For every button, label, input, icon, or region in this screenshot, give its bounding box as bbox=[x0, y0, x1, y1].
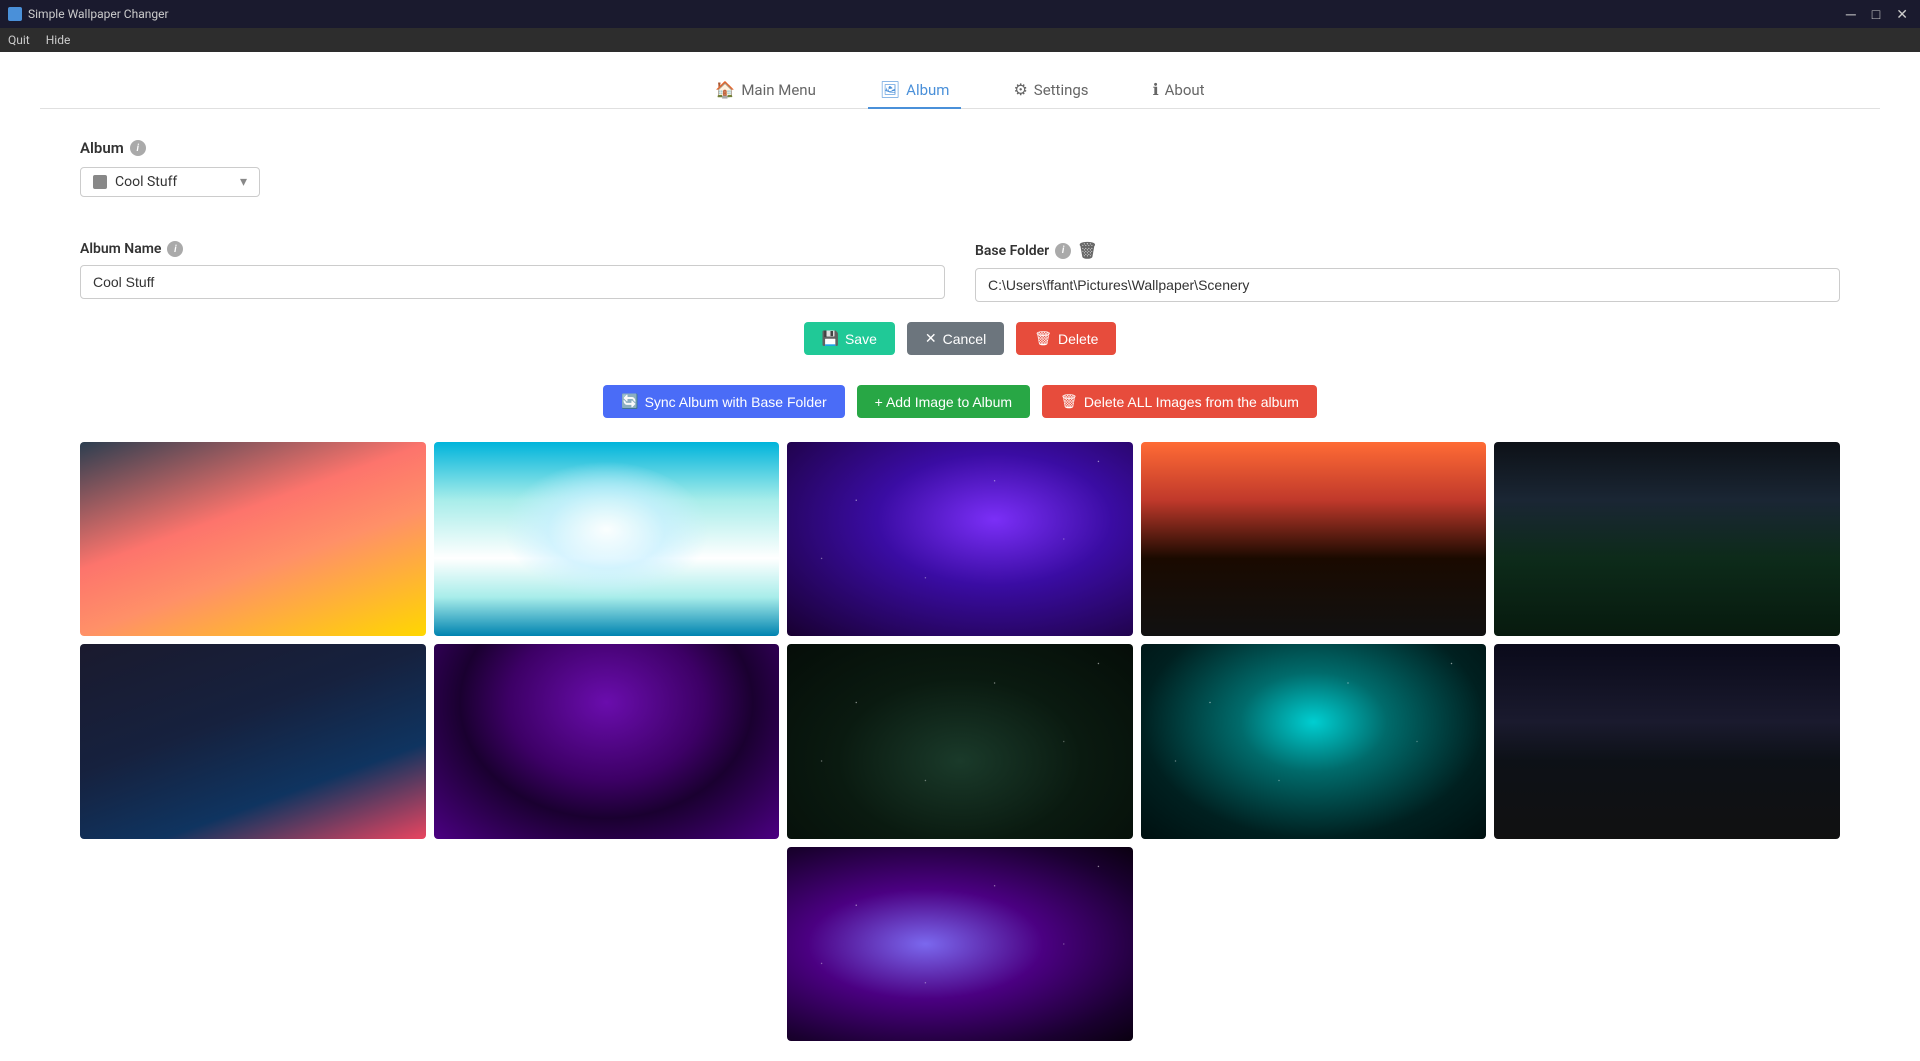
title-bar-controls: ─ □ ✕ bbox=[1842, 7, 1912, 21]
dropdown-arrow-icon: ▾ bbox=[240, 174, 247, 190]
app-icon bbox=[8, 7, 22, 21]
image-item-7[interactable] bbox=[434, 644, 780, 838]
tab-about-label: About bbox=[1165, 81, 1205, 99]
album-section-label: Album i bbox=[80, 139, 1840, 157]
menu-bar: Quit Hide bbox=[0, 28, 1920, 52]
base-folder-group: Base Folder i 🗑 bbox=[975, 241, 1840, 302]
sync-button[interactable]: 🔄 Sync Album with Base Folder bbox=[603, 385, 845, 418]
maximize-button[interactable]: □ bbox=[1868, 7, 1884, 21]
form-row: Album Name i Base Folder i 🗑 bbox=[40, 221, 1880, 302]
image-item-1[interactable] bbox=[80, 442, 426, 636]
menu-hide[interactable]: Hide bbox=[46, 33, 71, 47]
cancel-icon: ✕ bbox=[925, 330, 937, 347]
menu-quit[interactable]: Quit bbox=[8, 33, 30, 47]
buttons-row: 💾 Save ✕ Cancel 🗑 Delete bbox=[40, 322, 1880, 355]
image-item-11[interactable] bbox=[787, 847, 1133, 1041]
save-icon: 💾 bbox=[822, 330, 839, 347]
image-item-9[interactable] bbox=[1141, 644, 1487, 838]
album-section: Album i Cool Stuff ▾ bbox=[40, 139, 1880, 197]
image-item-3[interactable] bbox=[787, 442, 1133, 636]
base-folder-label: Base Folder i 🗑 bbox=[975, 241, 1840, 260]
album-name-info-icon[interactable]: i bbox=[167, 241, 183, 257]
delete-all-icon: 🗑 bbox=[1060, 393, 1078, 410]
album-info-icon[interactable]: i bbox=[130, 140, 146, 156]
base-folder-delete-icon[interactable]: 🗑 bbox=[1077, 241, 1097, 260]
album-name-input[interactable] bbox=[80, 265, 945, 299]
album-icon: 🖼 bbox=[880, 80, 900, 99]
delete-button[interactable]: 🗑 Delete bbox=[1016, 322, 1116, 355]
action-buttons: 🔄 Sync Album with Base Folder + Add Imag… bbox=[40, 385, 1880, 418]
tab-settings-label: Settings bbox=[1034, 81, 1089, 99]
image-item-6[interactable] bbox=[80, 644, 426, 838]
add-image-button[interactable]: + Add Image to Album bbox=[857, 385, 1030, 418]
base-folder-input[interactable] bbox=[975, 268, 1840, 302]
image-item-5[interactable] bbox=[1494, 442, 1840, 636]
app-title: Simple Wallpaper Changer bbox=[28, 7, 169, 21]
album-dropdown[interactable]: Cool Stuff ▾ bbox=[80, 167, 260, 197]
album-name-group: Album Name i bbox=[80, 241, 945, 302]
tab-main-menu[interactable]: 🏠 Main Menu bbox=[703, 72, 827, 109]
save-button[interactable]: 💾 Save bbox=[804, 322, 895, 355]
base-folder-info-icon[interactable]: i bbox=[1055, 243, 1071, 259]
title-bar: Simple Wallpaper Changer ─ □ ✕ bbox=[0, 0, 1920, 28]
tab-settings[interactable]: ⚙ Settings bbox=[1001, 72, 1100, 109]
image-item-8[interactable] bbox=[787, 644, 1133, 838]
main-content: 🏠 Main Menu 🖼 Album ⚙ Settings ℹ About A… bbox=[0, 52, 1920, 1061]
minimize-button[interactable]: ─ bbox=[1842, 7, 1860, 21]
cancel-button[interactable]: ✕ Cancel bbox=[907, 322, 1004, 355]
delete-all-button[interactable]: 🗑 Delete ALL Images from the album bbox=[1042, 385, 1317, 418]
settings-icon: ⚙ bbox=[1013, 80, 1027, 99]
tab-main-menu-label: Main Menu bbox=[741, 81, 816, 99]
image-grid bbox=[40, 442, 1880, 1041]
close-button[interactable]: ✕ bbox=[1892, 7, 1912, 21]
title-bar-left: Simple Wallpaper Changer bbox=[8, 7, 169, 21]
tab-album[interactable]: 🖼 Album bbox=[868, 72, 962, 109]
sync-icon: 🔄 bbox=[621, 393, 638, 410]
album-dropdown-value: Cool Stuff bbox=[115, 174, 177, 190]
home-icon: 🏠 bbox=[715, 80, 735, 99]
album-name-label: Album Name i bbox=[80, 241, 945, 257]
dropdown-icon bbox=[93, 175, 107, 189]
tab-about[interactable]: ℹ About bbox=[1141, 72, 1217, 109]
image-item-10[interactable] bbox=[1494, 644, 1840, 838]
tab-album-label: Album bbox=[906, 81, 949, 99]
image-item-4[interactable] bbox=[1141, 442, 1487, 636]
nav-tabs: 🏠 Main Menu 🖼 Album ⚙ Settings ℹ About bbox=[40, 72, 1880, 109]
delete-icon: 🗑 bbox=[1034, 330, 1052, 347]
image-item-2[interactable] bbox=[434, 442, 780, 636]
info-icon: ℹ bbox=[1153, 80, 1159, 99]
